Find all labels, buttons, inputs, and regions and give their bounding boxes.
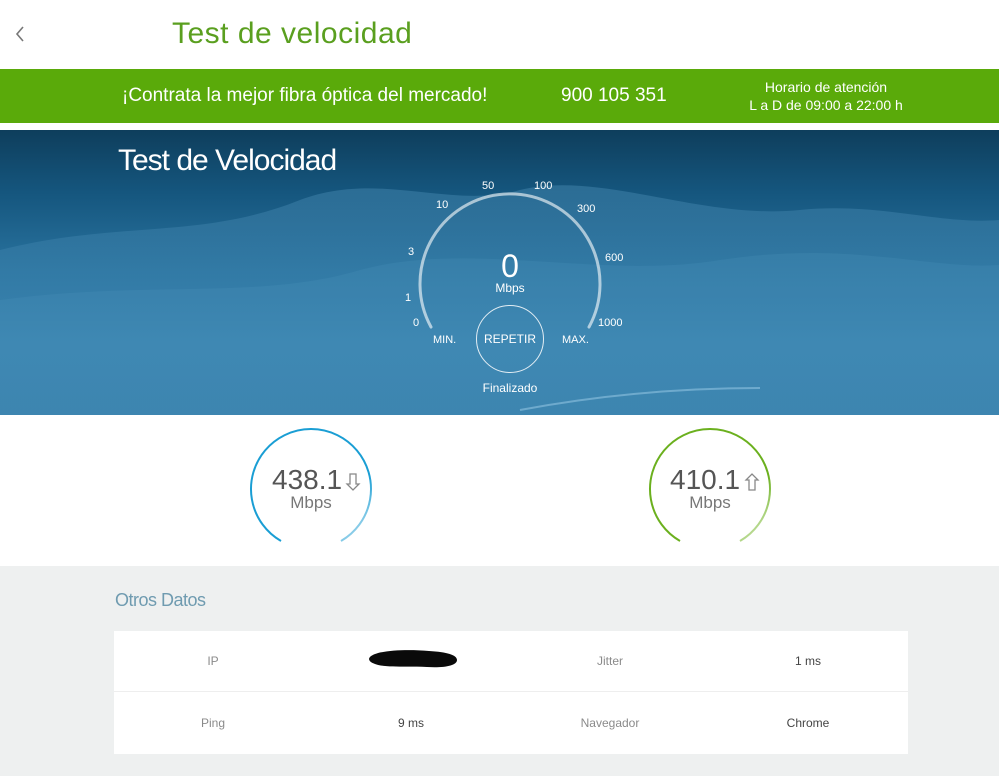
separator — [0, 123, 999, 130]
redacted-ip-mark — [369, 650, 457, 668]
top-bar: Test de velocidad — [0, 0, 999, 69]
browser-value: Chrome — [786, 716, 830, 730]
gauge-tick-label: 10 — [436, 199, 449, 211]
download-speed-value: 438.1 — [272, 464, 343, 495]
repeat-test-button[interactable]: REPETIR — [476, 305, 544, 373]
gauge-tick-label: 1000 — [598, 317, 623, 329]
ping-value: 9 ms — [397, 716, 424, 730]
gauge-current-value: 0 — [501, 248, 519, 284]
gauge-tick-label: 3 — [408, 246, 415, 258]
other-data-heading: Otros Datos — [115, 590, 206, 610]
gauge-tick-label: 300 — [577, 203, 596, 215]
promo-banner[interactable]: ¡Contrata la mejor fibra óptica del merc… — [0, 69, 999, 123]
upload-speed-unit: Mbps — [689, 493, 731, 512]
speed-test-panel: Test de Velocidad 0 1 3 10 50 100 300 60… — [0, 130, 999, 415]
jitter-label: Jitter — [596, 654, 623, 668]
table-row: IP Jitter 1 ms — [114, 631, 908, 692]
speed-test-heading: Test de Velocidad — [118, 144, 337, 177]
result-rings — [250, 428, 771, 542]
promo-hours-title: Horario de atención — [764, 79, 888, 95]
browser-label: Navegador — [580, 716, 640, 730]
results-panel: 438.1 Mbps 410.1 Mbps — [0, 415, 999, 566]
ping-label: Ping — [200, 716, 226, 730]
test-status: Finalizado — [482, 381, 538, 395]
gauge-tick-label: 600 — [605, 252, 624, 264]
upload-arrow-icon — [744, 473, 760, 491]
back-chevron-icon[interactable] — [10, 20, 30, 48]
gauge-tick-label: 0 — [413, 317, 420, 329]
ip-label: IP — [207, 654, 219, 668]
gauge-unit: Mbps — [495, 281, 525, 295]
promo-phone-number[interactable]: 900 105 351 — [561, 85, 667, 107]
gauge-tick-label: 1 — [405, 292, 412, 304]
upload-speed-value: 410.1 — [670, 464, 741, 495]
jitter-value: 1 ms — [794, 654, 821, 668]
gauge-max-label: MAX. — [562, 334, 589, 346]
promo-hours-detail: L a D de 09:00 a 22:00 h — [749, 97, 903, 113]
other-data-table: IP Jitter 1 ms Ping 9 ms Navegador Chrom… — [114, 631, 908, 754]
table-row: Ping 9 ms Navegador Chrome — [114, 693, 908, 754]
gauge-tick-label: 50 — [482, 180, 495, 192]
gauge-min-label: MIN. — [433, 334, 457, 346]
gauge-tick-label: 100 — [534, 180, 553, 192]
download-arrow-icon — [345, 473, 361, 491]
page-title: Test de velocidad — [172, 17, 413, 50]
promo-text: ¡Contrata la mejor fibra óptica del merc… — [122, 85, 488, 106]
promo-hours: Horario de atención L a D de 09:00 a 22:… — [726, 78, 926, 114]
download-speed-unit: Mbps — [290, 493, 332, 512]
